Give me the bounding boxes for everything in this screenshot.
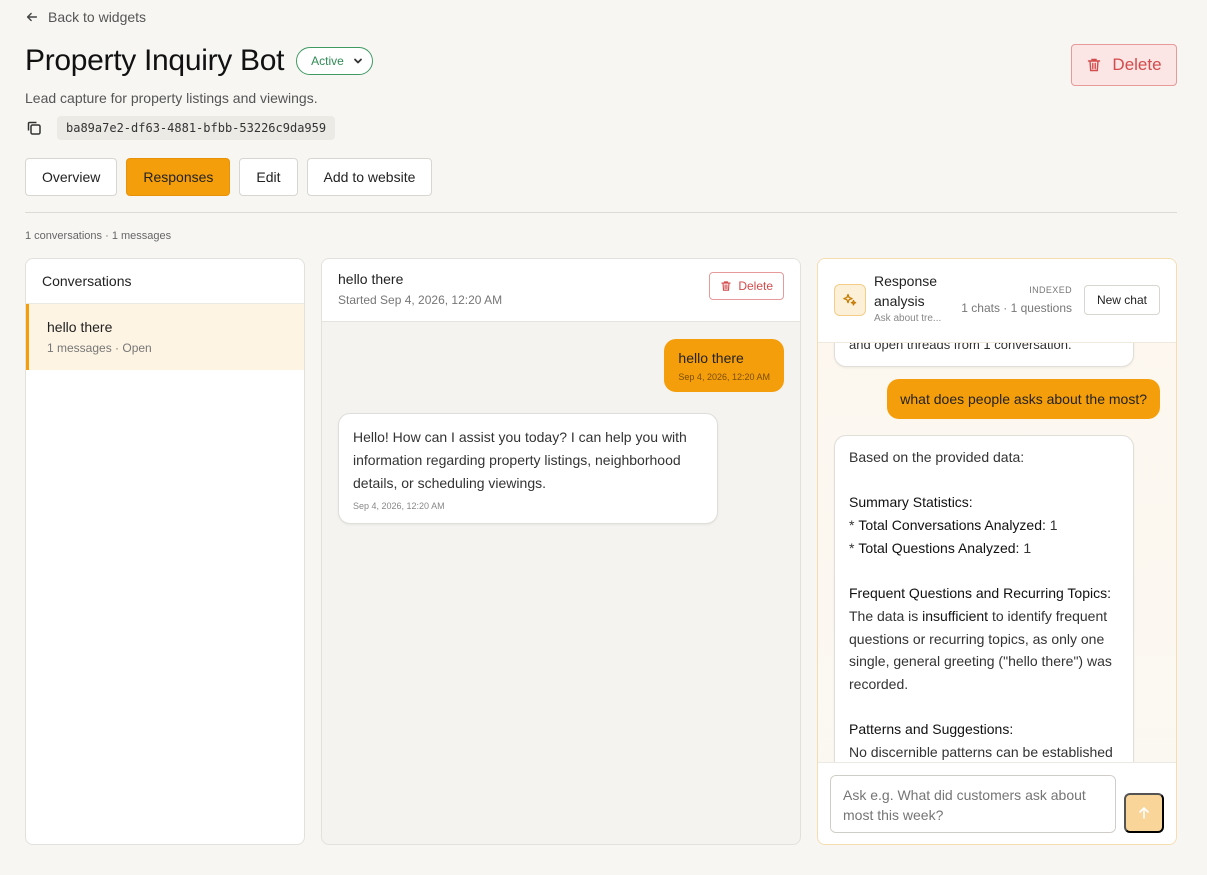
chat-header: hello there Started Sep 4, 2026, 12:20 A… xyxy=(322,259,800,322)
page-title: Property Inquiry Bot xyxy=(25,44,285,77)
divider xyxy=(25,212,1177,213)
arrow-left-icon xyxy=(26,12,38,22)
bot-message-time: Sep 4, 2026, 12:20 AM xyxy=(353,501,445,511)
answer-patterns-heading: Patterns and Suggestions: xyxy=(849,721,1014,738)
trash-icon xyxy=(721,281,731,291)
previous-message-text: and open threads from 1 conversation. xyxy=(849,343,1072,352)
analysis-answer: Based on the provided data: Summary Stat… xyxy=(834,435,1134,764)
conversation-list-item[interactable]: hello there 1 messages · Open xyxy=(26,304,304,370)
tab-bar: Overview Responses Edit Add to website xyxy=(25,158,433,196)
chevron-down-icon xyxy=(353,58,362,64)
analysis-previous-message: and open threads from 1 conversation. xyxy=(834,343,1134,367)
answer-frequent-text: The data is insufficient to identify fre… xyxy=(849,607,1112,692)
analysis-messages[interactable]: and open threads from 1 conversation. wh… xyxy=(818,343,1176,764)
arrow-up-icon xyxy=(1139,807,1149,819)
answer-patterns-text: No discernible patterns can be establish… xyxy=(849,744,1113,761)
conversations-panel: Conversations hello there 1 messages · O… xyxy=(25,258,305,845)
sparkles-icon xyxy=(834,284,866,316)
tab-responses[interactable]: Responses xyxy=(126,158,231,196)
bot-message-text: Hello! How can I assist you today? I can… xyxy=(353,429,687,491)
widget-description: Lead capture for property listings and v… xyxy=(25,90,318,106)
delete-widget-button[interactable]: Delete xyxy=(1071,44,1177,86)
status-select[interactable]: Active xyxy=(296,47,373,75)
conversation-title: hello there xyxy=(47,319,113,335)
answer-stat-1: * Total Conversations Analyzed: 1 xyxy=(849,517,1058,534)
tab-overview[interactable]: Overview xyxy=(25,158,118,196)
answer-frequent-heading: Frequent Questions and Recurring Topics: xyxy=(849,585,1111,602)
analysis-subtitle: Ask about tre... xyxy=(874,313,942,324)
conversations-header: Conversations xyxy=(26,259,304,304)
new-chat-button[interactable]: New chat xyxy=(1083,285,1160,315)
trash-icon xyxy=(1088,58,1101,72)
title-row: Property Inquiry Bot Active xyxy=(25,44,373,78)
status-select-value: Active xyxy=(311,54,344,68)
delete-widget-label: Delete xyxy=(1112,55,1162,74)
conversation-counts: 1 conversations · 1 messages xyxy=(25,230,172,242)
answer-intro: Based on the provided data: xyxy=(849,449,1025,465)
user-message-text: hello there xyxy=(678,350,744,366)
chat-transcript-panel: hello there Started Sep 4, 2026, 12:20 A… xyxy=(321,258,801,845)
analysis-header: Response analysis Ask about tre... INDEX… xyxy=(818,259,1176,343)
analysis-input-bar xyxy=(818,762,1176,844)
analysis-counts: 1 chats · 1 questions xyxy=(961,301,1072,315)
indexed-badge: INDEXED xyxy=(1029,285,1072,295)
user-message-time: Sep 4, 2026, 12:20 AM xyxy=(678,372,770,382)
delete-conversation-button[interactable]: Delete xyxy=(709,272,784,300)
send-button[interactable] xyxy=(1124,793,1164,833)
analysis-question-input[interactable] xyxy=(830,775,1116,833)
conversation-meta: 1 messages · Open xyxy=(47,341,152,355)
answer-stats-heading: Summary Statistics: xyxy=(849,494,973,511)
widget-id-row: ba89a7e2-df63-4881-bfbb-53226c9da959 xyxy=(25,116,336,140)
back-to-widgets-link[interactable]: Back to widgets xyxy=(25,9,146,25)
tab-edit[interactable]: Edit xyxy=(239,158,298,196)
back-link-label: Back to widgets xyxy=(48,9,147,25)
copy-icon[interactable] xyxy=(25,119,43,137)
bot-message: Hello! How can I assist you today? I can… xyxy=(338,413,718,524)
answer-stat-2: * Total Questions Analyzed: 1 xyxy=(849,539,1032,556)
response-analysis-panel: Response analysis Ask about tre... INDEX… xyxy=(817,258,1177,845)
user-message: hello there Sep 4, 2026, 12:20 AM xyxy=(664,339,784,392)
tab-add-to-website[interactable]: Add to website xyxy=(306,158,433,196)
analysis-user-question: what does people asks about the most? xyxy=(887,379,1160,419)
widget-id: ba89a7e2-df63-4881-bfbb-53226c9da959 xyxy=(57,116,336,140)
analysis-title: Response analysis xyxy=(874,273,938,309)
delete-conversation-label: Delete xyxy=(738,279,773,293)
